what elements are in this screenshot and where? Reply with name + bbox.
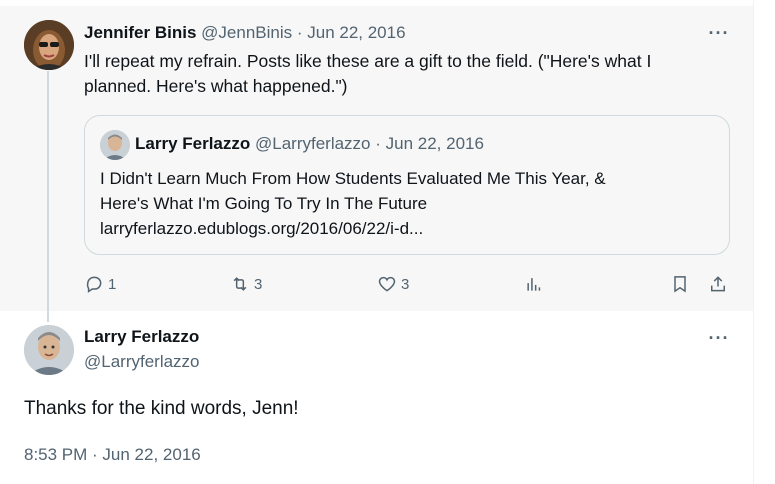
quoted-author-name: Larry Ferlazzo [135,134,251,153]
quoted-tweet-date: · Jun 22, 2016 [375,134,484,153]
parent-tweet-text: I'll repeat my refrain. Posts like these… [84,49,651,99]
repost-icon [233,277,247,291]
bookmark-icon [674,276,686,293]
author-handle[interactable]: @JennBinis [201,23,292,42]
reply-count: 1 [108,275,117,293]
main-author-name[interactable]: Larry Ferlazzo [84,327,199,346]
parent-text-line1: I'll repeat my refrain. Posts like these… [84,51,652,71]
main-author-handle[interactable]: @Larryferlazzo [84,352,200,372]
like-count: 3 [401,275,410,293]
parent-tweet-header: Jennifer Binis @JennBinis · Jun 22, 2016 [84,23,406,43]
jennifer-binis-avatar[interactable] [24,20,74,70]
author-name[interactable]: Jennifer Binis [84,23,196,42]
larry-ferlazzo-avatar[interactable] [24,325,74,375]
quoted-text-line2: Here's What I'm Going To Try In The Futu… [100,194,428,213]
heart-icon [378,276,396,292]
views-button[interactable] [524,270,544,298]
quoted-link[interactable]: larryferlazzo.edublogs.org/2016/06/22/i-… [100,216,606,241]
tweet-action-bar: 1 3 3 [84,270,734,298]
like-button[interactable]: 3 [377,270,409,298]
quoted-text-line1: I Didn't Learn Much From How Students Ev… [100,169,606,188]
repost-count: 3 [254,275,263,293]
share-icon [711,276,725,292]
reply-button[interactable]: 1 [84,270,116,298]
quoted-tweet-text: I Didn't Learn Much From How Students Ev… [100,166,606,241]
analytics-icon [527,278,541,291]
main-tweet-timestamp[interactable]: 8:53 PM · Jun 22, 2016 [24,445,201,465]
reply-icon [86,276,102,293]
main-tweet-author-name[interactable]: Larry Ferlazzo [84,327,199,347]
quoted-author-handle: @Larryferlazzo [255,134,371,153]
repost-button[interactable]: 3 [230,270,262,298]
bookmark-button[interactable] [670,270,690,298]
parent-text-line2: planned. Here's what happened.") [84,76,348,96]
tweet-date[interactable]: · Jun 22, 2016 [297,23,406,42]
quoted-tweet-header: Larry Ferlazzo @Larryferlazzo · Jun 22, … [135,134,484,154]
thread-connector-line [47,71,49,322]
share-button[interactable] [708,270,728,298]
main-tweet-text: Thanks for the kind words, Jenn! [24,398,299,419]
more-icon[interactable]: ··· [707,23,731,43]
main-more-icon[interactable]: ··· [707,328,731,348]
quoted-author-avatar [100,130,130,160]
